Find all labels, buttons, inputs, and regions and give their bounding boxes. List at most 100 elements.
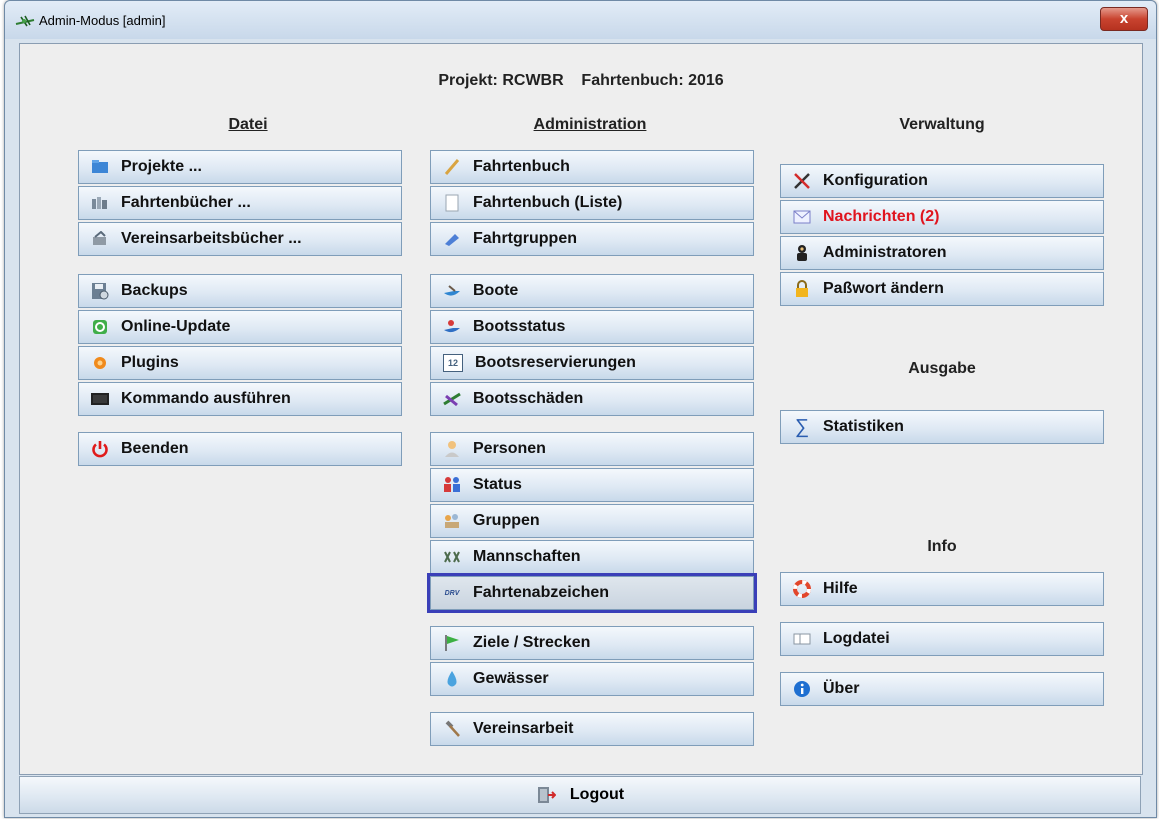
vereinsarbeitsbuecher-button[interactable]: Vereinsarbeitsbücher ... xyxy=(78,222,402,256)
gruppen-label: Gruppen xyxy=(473,512,540,529)
ziele-strecken-button[interactable]: Ziele / Strecken xyxy=(430,626,754,660)
logout-door-icon xyxy=(536,785,556,805)
heading-datei: Datei xyxy=(78,116,418,134)
update-icon xyxy=(91,318,109,336)
heading-verwaltung: Verwaltung xyxy=(899,116,985,133)
ziele-strecken-label: Ziele / Strecken xyxy=(473,634,591,651)
ueber-label: Über xyxy=(823,680,860,697)
boote-button[interactable]: Boote xyxy=(430,274,754,308)
boat-status-icon xyxy=(443,318,461,336)
status-button[interactable]: Status xyxy=(430,468,754,502)
bootsstatus-button[interactable]: Bootsstatus xyxy=(430,310,754,344)
heading-info: Info xyxy=(927,538,957,555)
pencil-icon xyxy=(443,158,461,176)
heading-datei-label: Datei xyxy=(228,116,268,133)
person-icon xyxy=(443,440,461,458)
hammer-icon xyxy=(443,720,461,738)
title-bar[interactable]: Admin-Modus [admin] x xyxy=(5,1,1156,39)
fahrtenabzeichen-label: Fahrtenabzeichen xyxy=(473,584,610,601)
beenden-button[interactable]: Beenden xyxy=(78,432,402,466)
status-label: Status xyxy=(473,476,522,493)
heading-administration-label: Administration xyxy=(533,116,647,133)
power-icon xyxy=(91,440,109,458)
fahrtenbuch-liste-label: Fahrtenbuch (Liste) xyxy=(473,194,623,211)
groups-icon xyxy=(443,512,461,530)
online-update-label: Online-Update xyxy=(121,318,231,335)
personen-button[interactable]: Personen xyxy=(430,432,754,466)
mail-icon xyxy=(793,208,811,226)
list-page-icon xyxy=(443,194,461,212)
admin-user-icon xyxy=(793,244,811,262)
heading-ausgabe: Ausgabe xyxy=(908,360,976,377)
fahrtgruppen-button[interactable]: Fahrtgruppen xyxy=(430,222,754,256)
logdatei-button[interactable]: Logdatei xyxy=(780,622,1104,656)
fahrtenabzeichen-button[interactable]: DRV Fahrtenabzeichen xyxy=(430,576,754,610)
boat-damage-icon xyxy=(443,390,461,408)
boat-app-icon xyxy=(15,13,35,29)
sigma-icon: ∑ xyxy=(794,415,810,438)
fahrtgruppen-label: Fahrtgruppen xyxy=(473,230,577,247)
logbooks-icon xyxy=(91,194,109,212)
konfiguration-label: Konfiguration xyxy=(823,172,928,189)
projekte-button[interactable]: Projekte ... xyxy=(78,150,402,184)
logdatei-label: Logdatei xyxy=(823,630,890,647)
vereinsarbeitsbuecher-label: Vereinsarbeitsbücher ... xyxy=(121,230,302,247)
mannschaften-button[interactable]: Mannschaften xyxy=(430,540,754,574)
fahrtenbuecher-label: Fahrtenbücher ... xyxy=(121,194,251,211)
gewaesser-label: Gewässer xyxy=(473,670,549,687)
window-title: Admin-Modus [admin] xyxy=(39,13,166,28)
backup-disk-icon xyxy=(91,282,109,300)
close-window-button[interactable]: x xyxy=(1100,7,1148,31)
main-panel: Projekt: RCWBR Fahrtenbuch: 2016 Datei A… xyxy=(19,43,1143,775)
fahrtenbuecher-button[interactable]: Fahrtenbücher ... xyxy=(78,186,402,220)
logout-label: Logout xyxy=(569,786,625,803)
bootsschaeden-label: Bootsschäden xyxy=(473,390,584,407)
boote-label: Boote xyxy=(473,282,519,299)
backups-label: Backups xyxy=(121,282,188,299)
statistiken-button[interactable]: ∑ Statistiken xyxy=(780,410,1104,444)
logfile-icon xyxy=(793,630,811,648)
fahrtenbuch-liste-button[interactable]: Fahrtenbuch (Liste) xyxy=(430,186,754,220)
bootsschaeden-button[interactable]: Bootsschäden xyxy=(430,382,754,416)
vereinsarbeit-button[interactable]: Vereinsarbeit xyxy=(430,712,754,746)
fahrtenbuch-label: Fahrtenbuch xyxy=(473,158,570,175)
lifebuoy-icon xyxy=(793,580,811,598)
flag-icon xyxy=(443,634,461,652)
online-update-button[interactable]: Online-Update xyxy=(78,310,402,344)
boat-icon xyxy=(443,282,461,300)
nachrichten-button[interactable]: Nachrichten (2) xyxy=(780,200,1104,234)
beenden-label: Beenden xyxy=(121,440,189,457)
bootsreservierungen-label: Bootsreservierungen xyxy=(475,354,636,371)
admin-window: Admin-Modus [admin] x Projekt: RCWBR Fah… xyxy=(4,0,1157,818)
lock-icon xyxy=(793,280,811,298)
plugins-label: Plugins xyxy=(121,354,179,371)
plugins-button[interactable]: Plugins xyxy=(78,346,402,380)
fahrtenbuch-button[interactable]: Fahrtenbuch xyxy=(430,150,754,184)
hilfe-button[interactable]: Hilfe xyxy=(780,572,1104,606)
ueber-button[interactable]: Über xyxy=(780,672,1104,706)
bootsreservierungen-button[interactable]: 12 Bootsreservierungen xyxy=(430,346,754,380)
passwort-button[interactable]: Paßwort ändern xyxy=(780,272,1104,306)
config-tools-icon xyxy=(793,172,811,190)
administratoren-button[interactable]: Administratoren xyxy=(780,236,1104,270)
personen-label: Personen xyxy=(473,440,546,457)
konfiguration-button[interactable]: Konfiguration xyxy=(780,164,1104,198)
backups-button[interactable]: Backups xyxy=(78,274,402,308)
gewaesser-button[interactable]: Gewässer xyxy=(430,662,754,696)
vereinsarbeit-label: Vereinsarbeit xyxy=(473,720,574,737)
plugin-gear-icon xyxy=(91,354,109,372)
project-info: Projekt: RCWBR Fahrtenbuch: 2016 xyxy=(438,72,724,89)
tools-books-icon xyxy=(91,230,109,248)
people-status-icon xyxy=(443,476,461,494)
gruppen-button[interactable]: Gruppen xyxy=(430,504,754,538)
drv-badge-icon: DRV xyxy=(444,589,460,597)
administratoren-label: Administratoren xyxy=(823,244,947,261)
terminal-icon xyxy=(91,390,109,408)
kommando-label: Kommando ausführen xyxy=(121,390,291,407)
projekte-label: Projekte ... xyxy=(121,158,202,175)
kommando-button[interactable]: Kommando ausführen xyxy=(78,382,402,416)
mannschaften-label: Mannschaften xyxy=(473,548,581,565)
logout-button[interactable]: Logout xyxy=(19,776,1141,814)
statistiken-label: Statistiken xyxy=(823,418,904,435)
hilfe-label: Hilfe xyxy=(823,580,858,597)
